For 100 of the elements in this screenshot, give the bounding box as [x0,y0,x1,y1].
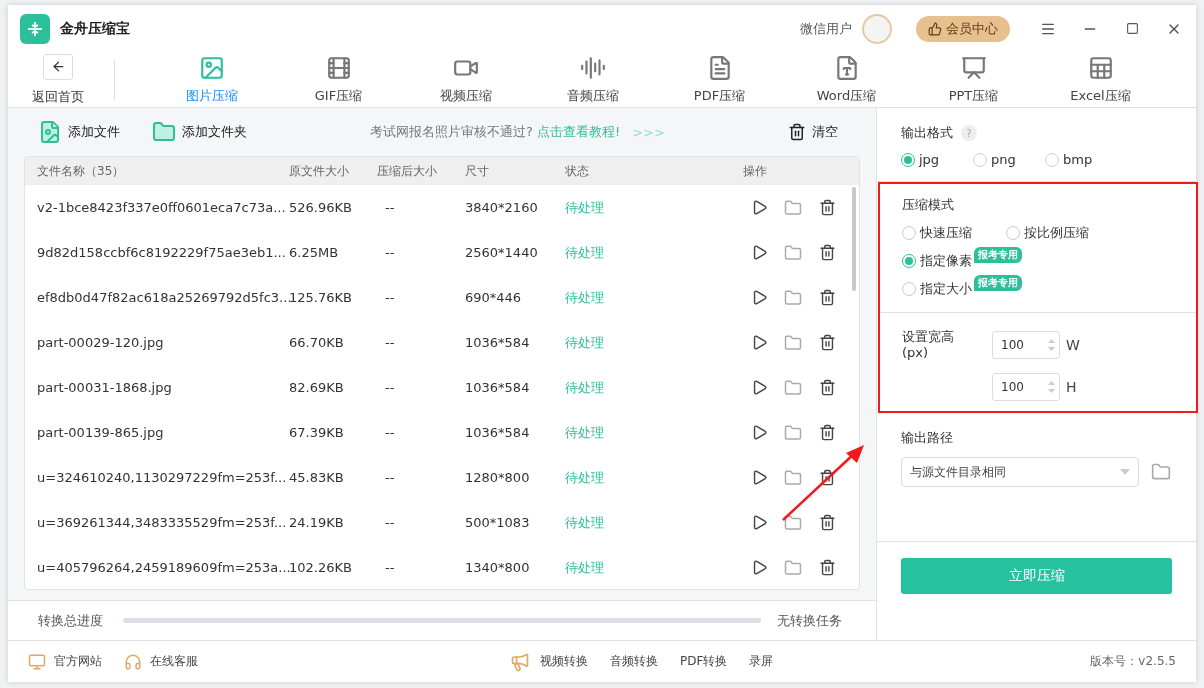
delete-icon[interactable] [817,242,837,263]
file-size: 125.76KB [289,290,353,305]
back-button[interactable]: 返回首页 [28,53,88,106]
dimensions: 1036*584 [465,380,531,395]
height-field[interactable]: 100 [992,373,1060,401]
footer-link[interactable]: 在线客服 [124,652,198,671]
clear-button[interactable]: 清空 [788,123,838,141]
size-label: 设置宽高 (px) [902,329,955,361]
app-logo [20,13,50,44]
format-radio[interactable]: jpg [901,152,940,167]
nav-tab[interactable]: 视频压缩 [402,54,529,105]
hint-text: 考试网报名照片审核不通过? [370,123,533,141]
format-radio[interactable]: bmp [1045,152,1093,167]
compressed-size: -- [384,380,396,395]
compressed-size: -- [384,335,396,350]
delete-icon[interactable] [817,512,837,533]
file-name: u=405796264,2459189609fm=253a... [37,560,289,575]
mode-radio[interactable]: 指定大小 [902,280,972,298]
dimensions: 1036*584 [465,425,531,440]
compressed-size: -- [384,245,396,260]
delete-icon[interactable] [817,332,837,353]
folder-icon [152,120,176,144]
status-text: 待处理 [565,468,605,487]
delete-icon[interactable] [817,422,837,443]
file-name: u=324610240,1130297229fm=253f... [37,470,288,485]
progress-label: 转换总进度 [38,611,104,630]
image-icon [198,54,225,81]
delete-icon[interactable] [817,377,837,398]
status-text: 待处理 [565,243,605,262]
file-name: ef8db0d47f82ac618a25269792d5fc3... [37,290,289,305]
compressed-size: -- [384,200,396,215]
footer-link[interactable]: 录屏 [749,653,774,670]
footer-link[interactable]: 视频转换 [540,653,588,670]
file-size: 526.96KB [289,200,353,215]
add-folder-button[interactable]: 添加文件夹 [152,120,247,144]
nav-tab[interactable]: PPT压缩 [910,54,1037,105]
nav-tab[interactable]: 图片压缩 [148,54,275,105]
column-header: 原文件大小 [289,162,350,180]
column-header: 压缩后大小 [377,162,438,180]
dimensions: 1340*800 [465,560,531,575]
file-name: part-00139-865.jpg [37,425,165,440]
file-size: 45.83KB [289,470,345,485]
status-text: 待处理 [565,423,605,442]
film-icon [325,54,352,81]
height-unit: H [1066,379,1078,395]
progress-status: 无转换任务 [777,611,843,630]
mode-radio[interactable]: 快速压缩 [902,224,972,242]
footer-link[interactable]: PDF转换 [680,653,728,670]
delete-icon[interactable] [817,557,837,578]
thumbs-up-icon [928,21,942,36]
mode-radio[interactable]: 指定像素 [902,252,972,270]
caret-icon [1120,469,1130,475]
megaphone-icon [510,651,530,672]
mode-radio[interactable]: 按比例压缩 [1006,224,1089,242]
output-path-dropdown[interactable]: 与源文件目录相同 [901,457,1139,487]
status-text: 待处理 [565,333,605,352]
file-size: 67.39KB [289,425,345,440]
nav-tab[interactable]: GIF压缩 [275,54,402,105]
section-title: 输出路径 [901,430,953,445]
column-header: 文件名称（35） [37,162,126,180]
width-field[interactable]: 100 [992,331,1060,359]
nav-tab[interactable]: 音频压缩 [529,54,656,105]
file-name: 9d82d158ccbf6c8192229f75ae3eb1... [37,245,287,260]
status-text: 待处理 [565,288,605,307]
dimensions: 1280*800 [465,470,531,485]
section-title: 压缩模式 [902,197,954,212]
file-size: 24.19KB [289,515,345,530]
dimensions: 2560*1440 [465,245,539,260]
status-text: 待处理 [565,513,605,532]
section-title: 输出格式 [901,124,953,142]
status-text: 待处理 [565,558,605,577]
version-text: 版本号：v2.5.5 [1090,653,1176,670]
trash-icon [788,123,806,141]
spreadsheet-icon [1087,54,1114,81]
delete-icon[interactable] [817,197,837,218]
file-name: v2-1bce8423f337e0ff0601eca7c73a... [37,200,287,215]
file-size: 82.69KB [289,380,345,395]
monitor-icon [28,652,46,671]
format-radio[interactable]: png [973,152,1016,167]
nav-tab[interactable]: Excel压缩 [1037,54,1164,105]
nav-tab[interactable]: PDF压缩 [656,54,783,105]
file-icon [38,120,62,144]
file-name: part-00029-120.jpg [37,335,165,350]
footer-link[interactable]: 官方网站 [28,652,102,671]
nav-tab[interactable]: Word压缩 [783,54,910,105]
footer-link[interactable]: 音频转换 [610,653,658,670]
dimensions: 3840*2160 [465,200,539,215]
delete-icon[interactable] [817,287,837,308]
add-file-button[interactable]: 添加文件 [38,120,120,144]
status-text: 待处理 [565,198,605,217]
file-size: 102.26KB [289,560,353,575]
app-title: 金舟压缩宝 [60,19,130,38]
dimensions: 690*446 [465,290,523,305]
compressed-size: -- [384,425,396,440]
dimensions: 1036*584 [465,335,531,350]
exam-badge: 报考专用 [974,247,1022,263]
file-name: u=369261344,3483335529fm=253f... [37,515,288,530]
scrollbar-thumb[interactable] [852,187,856,291]
vip-center-button[interactable]: 会员中心 [916,15,1010,42]
column-header: 操作 [743,162,768,180]
